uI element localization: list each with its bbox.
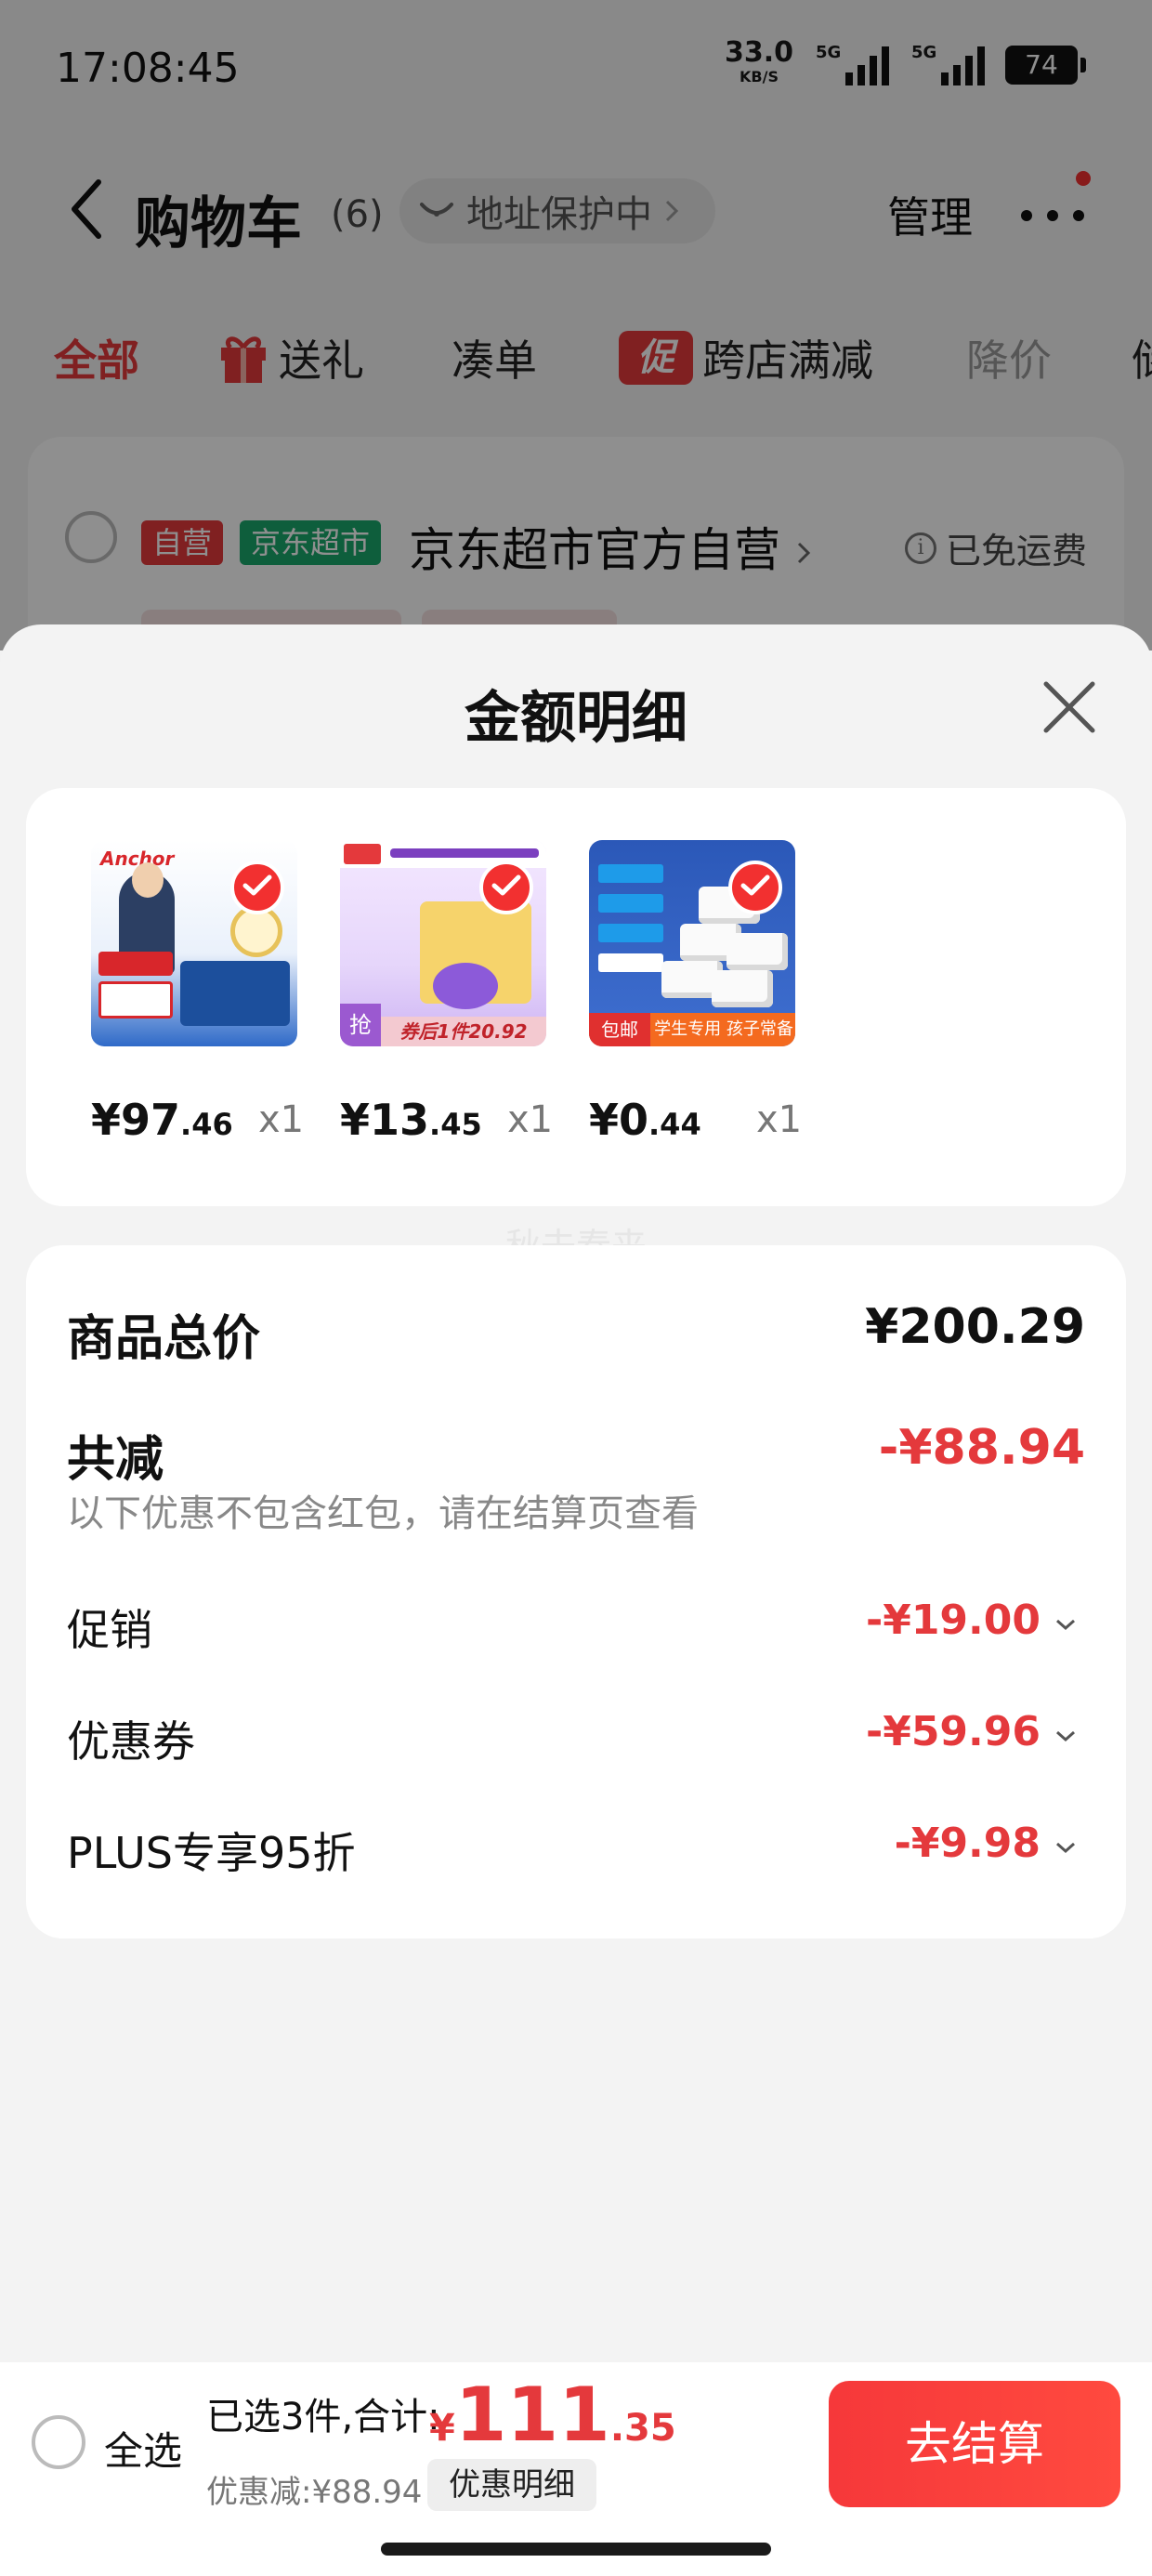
- discount-note: 以下优惠不包含红包，请在结算页查看: [67, 1492, 699, 1535]
- coupon-price-banner: 券后1件20.92: [381, 1017, 546, 1046]
- total-price-label: 商品总价: [67, 1311, 261, 1367]
- product-thumbnail: 抢 券后1件20.92: [340, 840, 546, 1046]
- chevron-down-icon: [1056, 1619, 1075, 1631]
- select-all-radio[interactable]: [32, 2415, 85, 2469]
- home-indicator[interactable]: [381, 2543, 771, 2556]
- amount-detail-sheet: 金额明细 Anchor ¥97.46 x1 抢 券后1件20.92 ¥13.45…: [0, 624, 1152, 2576]
- chevron-down-icon: [1056, 1730, 1075, 1742]
- product-price: ¥13.45: [340, 1095, 482, 1145]
- selected-products-card: Anchor ¥97.46 x1 抢 券后1件20.92 ¥13.45 x1 包…: [26, 788, 1126, 1206]
- rush-badge: 抢: [340, 1004, 381, 1046]
- product-price: ¥97.46: [91, 1095, 233, 1145]
- select-all-label[interactable]: 全选: [104, 2420, 182, 2477]
- close-icon[interactable]: [1041, 678, 1098, 736]
- discount-row-label: 优惠券: [67, 1716, 195, 1767]
- product-price: ¥0.44: [589, 1095, 701, 1145]
- discount-row-value: -¥59.96: [865, 1708, 1041, 1755]
- checked-icon[interactable]: [230, 861, 284, 914]
- discount-summary: 优惠减:¥88.94: [206, 2474, 423, 2511]
- free-shipping-badge: 包邮: [589, 1013, 650, 1046]
- selected-summary: 已选3件,合计:: [206, 2396, 440, 2438]
- product-thumbnail: 包邮 学生专用 孩子常备: [589, 840, 795, 1046]
- checked-icon[interactable]: [479, 861, 533, 914]
- total-discount-value: -¥88.94: [878, 1420, 1085, 1476]
- product-slogan: 学生专用 孩子常备: [654, 1019, 793, 1039]
- checkout-button[interactable]: 去结算: [829, 2381, 1120, 2507]
- discount-row-value: -¥19.00: [865, 1597, 1041, 1644]
- discount-detail-button[interactable]: 优惠明细: [427, 2459, 596, 2511]
- discount-row-value: -¥9.98: [894, 1820, 1041, 1867]
- product-thumbnail: Anchor: [91, 840, 297, 1046]
- product-quantity: x1: [258, 1098, 305, 1141]
- checked-icon[interactable]: [728, 861, 782, 914]
- product-item[interactable]: 抢 券后1件20.92 ¥13.45 x1: [340, 788, 563, 1206]
- chevron-down-icon: [1056, 1842, 1075, 1854]
- cart-page-background: 17:08:45 33.0 KB/S 5G 5G 74 购物车 (6) 地址保护…: [0, 0, 1152, 716]
- discount-row-label: PLUS专享95折: [67, 1828, 356, 1878]
- discount-row-label: 促销: [67, 1605, 152, 1655]
- sheet-title: 金额明细: [465, 686, 687, 751]
- total-price-value: ¥200.29: [865, 1299, 1085, 1355]
- price-summary-card: 商品总价 ¥200.29 共减 -¥88.94 以下优惠不包含红包，请在结算页查…: [26, 1245, 1126, 1939]
- product-quantity: x1: [507, 1098, 554, 1141]
- modal-backdrop[interactable]: [0, 0, 1152, 651]
- total-discount-label: 共减: [67, 1432, 164, 1488]
- product-quantity: x1: [756, 1098, 803, 1141]
- product-item[interactable]: 包邮 学生专用 孩子常备 ¥0.44 x1: [589, 788, 812, 1206]
- product-item[interactable]: Anchor ¥97.46 x1: [91, 788, 314, 1206]
- total-amount: ¥111.35: [429, 2372, 676, 2458]
